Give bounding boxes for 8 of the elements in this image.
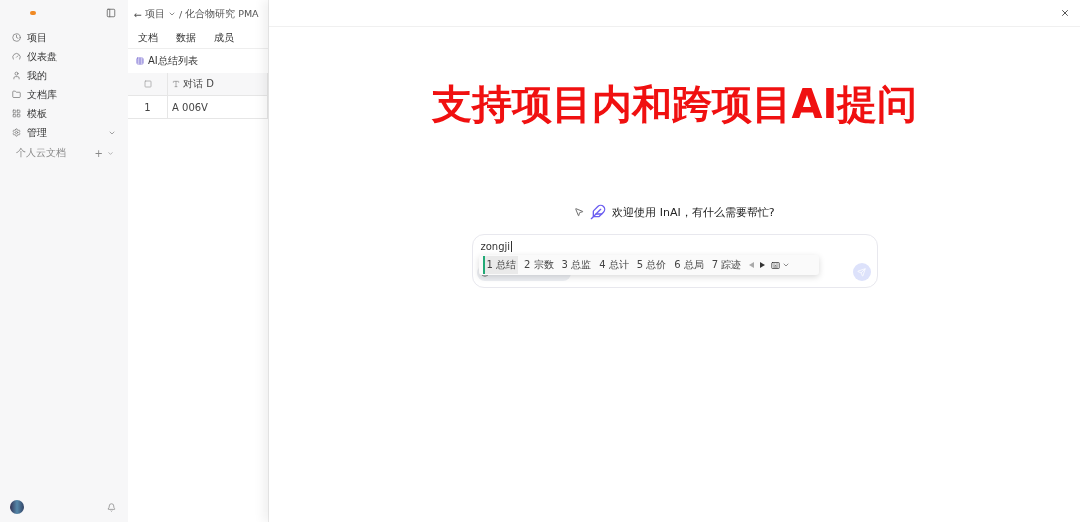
breadcrumb-separator: / <box>178 8 183 20</box>
welcome-text: 欢迎使用 InAI，有什么需要帮忙? <box>612 204 775 220</box>
section-label: 个人云文档 <box>16 146 66 160</box>
table-title: AI总结列表 <box>148 54 198 68</box>
input-value: zongji <box>480 241 513 252</box>
banner-title: 支持项目内和跨项目AI提问 <box>430 80 919 129</box>
table-cell: A 006V <box>168 96 268 119</box>
table-cell: 1 <box>128 96 168 119</box>
